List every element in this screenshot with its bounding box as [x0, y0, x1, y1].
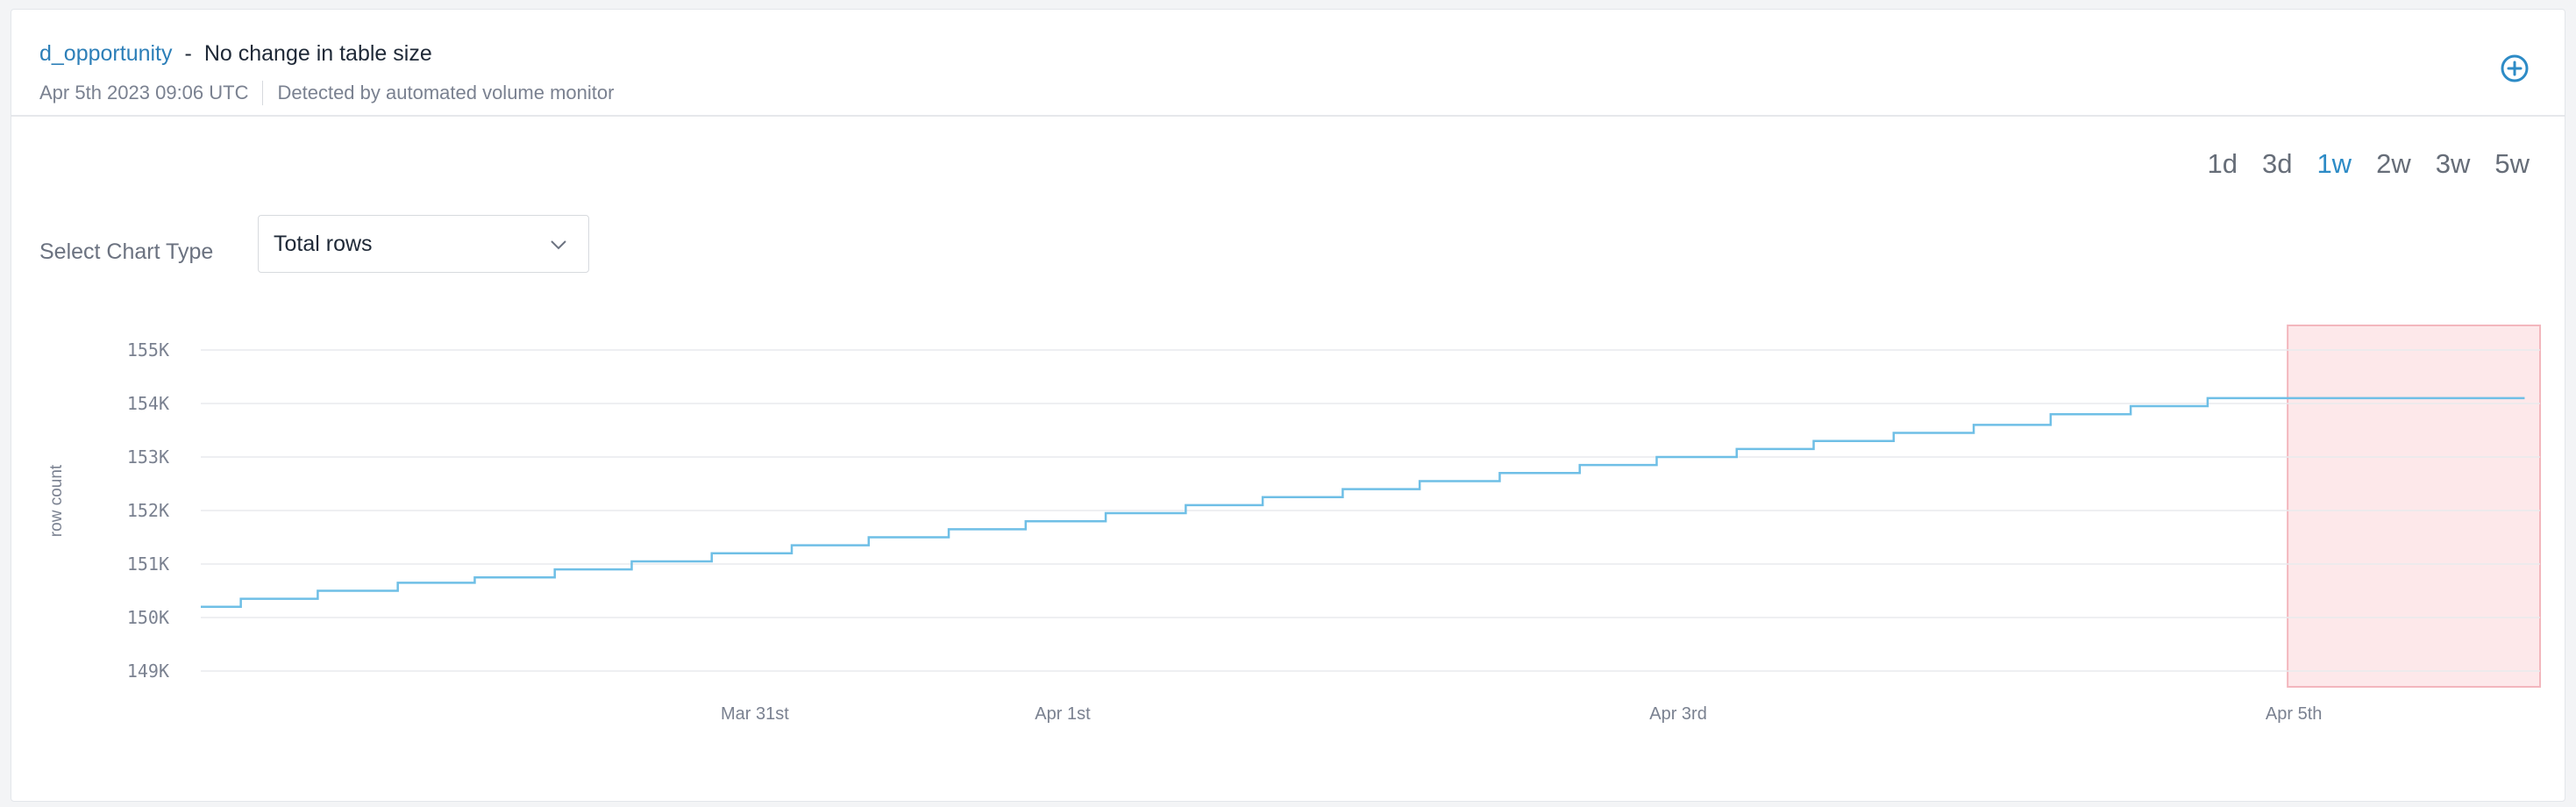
x-tick-label: Apr 5th	[2266, 704, 2322, 724]
y-axis-ticks: 155K 154K 153K 152K 151K 150K 149K	[127, 339, 169, 682]
x-tick-label: Apr 1st	[1035, 704, 1091, 724]
y-tick-label: 154K	[127, 393, 169, 414]
row-count-chart: 155K 154K 153K 152K 151K 150K 149K Mar 31st Apr…	[47, 325, 2542, 724]
x-tick-label: Apr 3rd	[1649, 704, 1707, 724]
y-tick-label: 155K	[127, 339, 169, 361]
chart-gridlines	[201, 349, 2540, 672]
y-tick-label: 149K	[127, 661, 169, 682]
y-tick-label: 153K	[127, 446, 169, 468]
y-axis-label: row count	[47, 464, 66, 537]
incident-card: d_opportunity - No change in table size Ap…	[11, 9, 2565, 802]
anomaly-region	[2287, 325, 2542, 688]
x-tick-label: Mar 31st	[721, 704, 789, 724]
y-tick-label: 152K	[127, 500, 169, 521]
x-axis-ticks: Mar 31st Apr 1st Apr 3rd Apr 5th	[721, 704, 2322, 724]
series-line-row-count	[201, 396, 2525, 609]
y-tick-label: 151K	[127, 553, 169, 575]
y-tick-label: 150K	[127, 607, 169, 628]
